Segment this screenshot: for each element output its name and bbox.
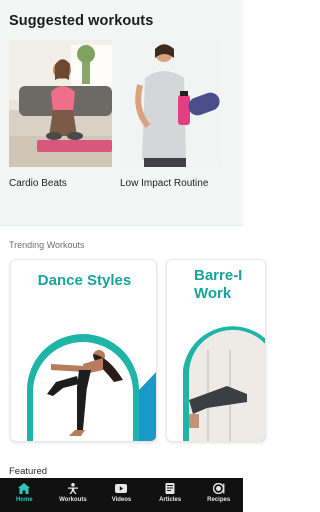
tab-articles[interactable]: Articles: [146, 478, 195, 512]
workout-card-cardio-beats[interactable]: Cardio Beats: [9, 40, 112, 189]
trending-card-dance-styles[interactable]: Dance Styles: [10, 259, 157, 442]
videos-icon: [115, 484, 128, 493]
section-divider: [0, 225, 243, 226]
cardio-beats-thumbnail[interactable]: [9, 40, 112, 167]
home-icon: [18, 483, 31, 494]
workouts-icon: [67, 483, 78, 494]
workout-label[interactable]: Cardio Beats: [9, 178, 67, 189]
tab-label: Recipes: [207, 497, 231, 503]
dance-styles-image: [27, 334, 156, 441]
barre-workout-image: [183, 326, 265, 441]
tab-label: Videos: [111, 497, 132, 503]
tab-workouts[interactable]: Workouts: [49, 478, 98, 512]
workout-label[interactable]: Low Impact Routine: [120, 178, 208, 189]
tab-label: Articles: [159, 497, 182, 503]
trending-card-title: Barre-I Work: [194, 267, 243, 302]
workout-card-low-impact-routine[interactable]: Low Impact Routine: [120, 40, 223, 189]
tab-videos[interactable]: Videos: [97, 478, 146, 512]
trending-card-title: Dance Styles: [37, 272, 132, 289]
bottom-tab-bar: Home Workouts Videos Articles Recipes: [0, 478, 243, 512]
suggested-workouts-title: Suggested workouts: [9, 13, 154, 29]
featured-title: Featured: [9, 466, 48, 477]
suggested-workouts-section: Suggested workouts Cardio Beats Low Impa…: [0, 0, 243, 225]
articles-icon: [165, 483, 175, 494]
tab-label: Home: [15, 497, 33, 503]
trending-workouts-title: Trending Workouts: [9, 240, 85, 250]
tab-recipes[interactable]: Recipes: [194, 478, 243, 512]
tab-home[interactable]: Home: [0, 478, 49, 512]
tab-label: Workouts: [59, 497, 87, 503]
trending-card-barre[interactable]: Barre-I Work: [166, 259, 266, 442]
low-impact-routine-thumbnail[interactable]: [120, 40, 223, 167]
recipes-icon: [212, 483, 225, 494]
